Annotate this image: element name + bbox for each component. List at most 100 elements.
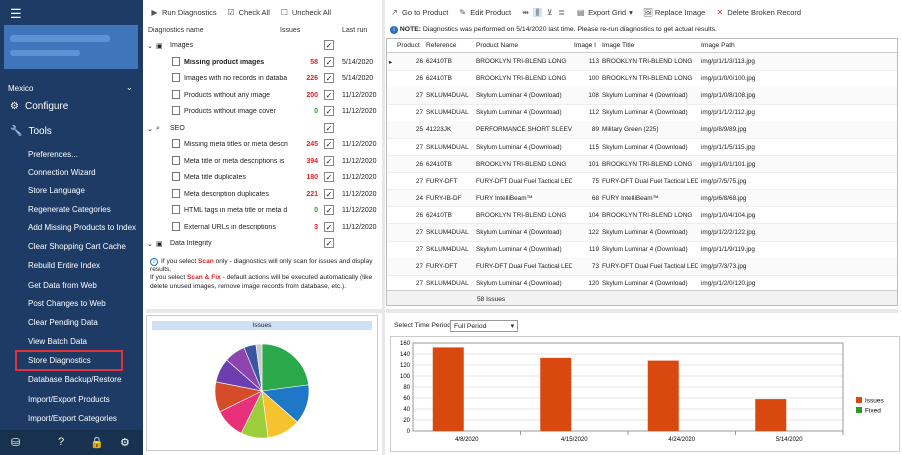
export-grid-button[interactable]: ▤ Export Grid ▾: [576, 8, 633, 17]
diag-item[interactable]: External URLs in descriptions 3 ✓ 11/12/202…: [146, 220, 380, 236]
fit-columns-icon[interactable]: ⇹: [521, 8, 530, 17]
diag-item-label: Meta title duplicates: [184, 174, 246, 181]
table-row[interactable]: 26 62410TB BROOKLYN TRI-BLEND LONG 104 BROOK…: [387, 207, 897, 225]
diag-group-images[interactable]: ⌄ ▣ Images ✓: [146, 38, 380, 54]
table-row[interactable]: 27 FURY-DFT FURY-DFT Dual Fuel Tactical LE…: [387, 258, 897, 276]
grid-cell: Skylum Luminar 4 (Download): [602, 246, 688, 254]
sidebar-item-import-export-products[interactable]: Import/Export Products: [28, 395, 110, 404]
table-row[interactable]: 26 62410TB BROOKLYN TRI-BLEND LONG 101 BROOK…: [387, 155, 897, 174]
item-checkbox[interactable]: ✓: [324, 73, 334, 83]
sidebar-item-store-language[interactable]: Store Language: [28, 186, 85, 195]
table-row[interactable]: 26 62410TB BROOKLYN TRI-BLEND LONG 100 BROOK…: [387, 70, 897, 88]
left-horizontal-splitter[interactable]: [146, 309, 382, 313]
group-checkbox[interactable]: ✓: [324, 238, 334, 248]
bar-issues: [647, 360, 679, 431]
sidebar-item-get-data-from-web[interactable]: Get Data from Web: [28, 281, 97, 290]
grid-column-header[interactable]: Product Name: [476, 42, 518, 49]
grid-column-header[interactable]: Image Title: [602, 42, 634, 49]
diag-group-seo[interactable]: ⌄ ⌕ SEO ✓: [146, 121, 380, 137]
sidebar-item-preferences[interactable]: Preferences...: [28, 150, 78, 159]
item-checkbox[interactable]: ✓: [324, 188, 334, 199]
store-selector[interactable]: Mexico ⌄: [8, 83, 133, 93]
grid-column-header[interactable]: Image Path: [701, 42, 735, 49]
settings-gear-icon[interactable]: ⚙: [120, 436, 130, 449]
lock-icon[interactable]: 🔒: [90, 436, 104, 449]
table-row[interactable]: 27 SKLUM4DUAL Skylum Luminar 4 (Download) 1…: [387, 224, 897, 242]
diag-item[interactable]: Products without image cover 0 ✓ 11/12/2020: [146, 104, 380, 120]
sidebar-item-rebuild-entire-index[interactable]: Rebuild Entire Index: [28, 261, 100, 270]
item-checkbox[interactable]: ✓: [324, 205, 334, 215]
delete-broken-record-button[interactable]: ✕ Delete Broken Record: [715, 8, 801, 17]
grid-column-header[interactable]: Image I: [574, 42, 596, 49]
tools-section[interactable]: 🔧 Tools: [10, 126, 52, 137]
grid-cell: 26: [415, 58, 423, 65]
grid-cell: FURY-DFT Dual Fuel Tactical LED: [476, 263, 572, 271]
right-horizontal-splitter[interactable]: [386, 309, 898, 313]
sidebar-item-clear-pending-data[interactable]: Clear Pending Data: [28, 318, 98, 327]
diag-item[interactable]: Missing product images 58 ✓ 5/14/2020: [146, 55, 380, 71]
sidebar-item-add-missing-products-to-index[interactable]: Add Missing Products to Index: [28, 223, 136, 232]
sidebar-item-database-backup-restore[interactable]: Database Backup/Restore: [28, 375, 121, 384]
table-row[interactable]: 27 FURY-DFT FURY-DFT Dual Fuel Tactical LE…: [387, 173, 897, 191]
sidebar-item-view-batch-data[interactable]: View Batch Data: [28, 337, 87, 346]
diag-item[interactable]: Missing meta titles or meta descri 245 ✓ 11…: [146, 137, 380, 153]
item-checkbox[interactable]: ✓: [324, 221, 334, 232]
sidebar-item-clear-shopping-cart-cache[interactable]: Clear Shopping Cart Cache: [28, 242, 126, 251]
time-period-value: Full Period: [454, 323, 487, 330]
group-icon[interactable]: ≣: [557, 8, 566, 17]
collapse-icon[interactable]: ⌄: [147, 125, 153, 133]
account-panel[interactable]: [4, 25, 138, 69]
item-checkbox[interactable]: ✓: [324, 89, 334, 100]
sidebar-item-import-export-categories[interactable]: Import/Export Categories: [28, 414, 117, 423]
grid-cell: 104: [588, 211, 599, 219]
diag-item[interactable]: Meta title or meta descriptions is 394 ✓ 11…: [146, 154, 380, 170]
current-row-indicator-icon: ▸: [389, 59, 393, 66]
time-period-select[interactable]: Full Period ▾: [450, 320, 518, 332]
edit-product-button[interactable]: ✎ Edit Product: [458, 8, 511, 17]
sidebar-item-regenerate-categories[interactable]: Regenerate Categories: [28, 205, 111, 214]
hamburger-menu-icon[interactable]: ☰: [10, 6, 22, 22]
check-all-button[interactable]: ☑ Check All: [227, 8, 270, 17]
diag-item[interactable]: HTML tags in meta title or meta d 0 ✓ 11/12…: [146, 203, 380, 219]
run-diagnostics-button[interactable]: ▶ Run Diagnostics: [150, 8, 216, 17]
table-row[interactable]: 25 41223JK PERFORMANCE SHORT SLEEVE 89 Milit…: [387, 121, 897, 139]
group-checkbox[interactable]: ✓: [324, 40, 334, 50]
table-row[interactable]: ▸ 26 62410TB BROOKLYN TRI-BLEND LONG 113 BROO…: [387, 53, 897, 71]
item-checkbox[interactable]: ✓: [324, 155, 334, 166]
vertical-splitter[interactable]: [382, 0, 385, 455]
replace-image-button[interactable]: 🖼 Replace Image: [643, 8, 705, 17]
configure-section[interactable]: ⚙ Configure: [10, 101, 68, 112]
group-checkbox[interactable]: ✓: [324, 122, 334, 133]
item-checkbox[interactable]: ✓: [324, 56, 334, 67]
diag-item[interactable]: Meta description duplicates 221 ✓ 11/12/202…: [146, 187, 380, 203]
table-row[interactable]: 27 SKLUM4DUAL Skylum Luminar 4 (Download) 1…: [387, 241, 897, 259]
database-icon[interactable]: ⛁: [11, 436, 20, 449]
collapse-icon[interactable]: ⌄: [147, 42, 153, 50]
diag-item[interactable]: Images with no records in databa 226 ✓ 5/14…: [146, 71, 380, 87]
table-row[interactable]: 27 SKLUM4DUAL Skylum Luminar 4 (Download) 1…: [387, 104, 897, 122]
grid-cell: 27: [415, 229, 423, 236]
sidebar-item-post-changes-to-web[interactable]: Post Changes to Web: [28, 299, 106, 308]
item-checkbox[interactable]: ✓: [324, 106, 334, 116]
diag-item[interactable]: Products without any image 200 ✓ 11/12/2020: [146, 88, 380, 104]
help-icon[interactable]: ?: [58, 436, 64, 448]
collapse-icon[interactable]: ⌄: [147, 240, 153, 248]
go-to-product-button[interactable]: ↗ Go to Product: [390, 8, 448, 17]
table-row[interactable]: 27 SKLUM4DUAL Skylum Luminar 4 (Download) 1…: [387, 139, 897, 156]
diag-group-data-integrity[interactable]: ⌄ ▣ Data Integrity ✓: [146, 236, 380, 252]
item-checkbox[interactable]: ✓: [324, 172, 334, 182]
uncheck-all-button[interactable]: ☐ Uncheck All: [280, 8, 331, 17]
x-tick-label: 4/8/2020: [455, 437, 479, 443]
wrench-icon: 🔧: [10, 126, 23, 137]
diag-item[interactable]: Meta title duplicates 180 ✓ 11/12/2020: [146, 170, 380, 186]
filter-icon[interactable]: ⊻: [545, 8, 554, 17]
column-chooser-icon[interactable]: ⫼: [533, 7, 543, 17]
table-row[interactable]: 27 SKLUM4DUAL Skylum Luminar 4 (Download) 1…: [387, 87, 897, 105]
grid-cell: 27: [415, 109, 423, 117]
item-checkbox[interactable]: ✓: [324, 139, 334, 149]
grid-column-header[interactable]: Reference: [426, 42, 456, 49]
issue-count: 200: [306, 91, 318, 99]
table-row[interactable]: 24 FURY-IB-DF FURY IntelliBeam™ 68 FURY Inte…: [387, 189, 897, 208]
sidebar-item-connection-wizard[interactable]: Connection Wizard: [28, 168, 96, 177]
grid-column-header[interactable]: Product: [397, 42, 420, 49]
